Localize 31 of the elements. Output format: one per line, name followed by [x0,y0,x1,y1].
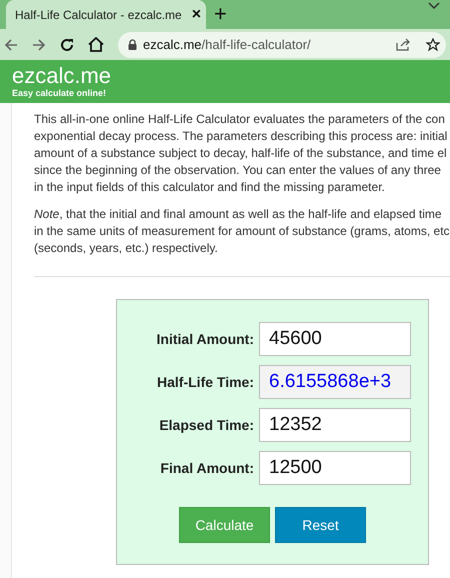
paragraph-line: Note, that the initial and final amount as well as the half-life and elapsed time [34,206,443,223]
close-tab-button[interactable]: × [188,6,206,22]
new-tab-button[interactable]: + [214,3,227,25]
field-label: Half-Life Time: [156,372,254,392]
home-icon[interactable] [88,37,104,52]
paragraph-line: amount of a substance subject to decay, half-life of the substance, and time el [34,145,448,162]
site-tagline: Easy calculate online! [12,86,108,98]
forward-icon[interactable] [32,38,46,52]
paragraph-line: exponential decay process. The parameters describing this process are: initial [34,128,448,145]
chevron-down-icon[interactable] [428,2,440,10]
paragraph-line: in the same units of measurement for amount of substance (grams, atoms, etc [34,223,450,240]
share-icon[interactable] [396,38,410,51]
lock-icon [128,39,137,50]
reload-icon[interactable] [60,38,74,52]
back-icon[interactable] [4,38,18,52]
input-field[interactable]: 12352 [259,408,411,442]
paragraph-line: (seconds, years, etc.) respectively. [34,240,219,257]
input-field[interactable]: 12500 [259,451,411,485]
paragraph-line: since the beginning of the observation. You can enter the values of any three [34,162,442,179]
input-field[interactable]: 6.6155868e+3 [259,365,411,399]
address-bar[interactable]: ezcalc.me/half-life-calculator/ [118,32,446,58]
bookmark-star-icon[interactable] [426,38,440,52]
field-label: Initial Amount: [156,330,254,348]
paragraph-line: in the input fields of this calculator and find the missing parameter. [34,179,386,196]
tab-title[interactable]: Half-Life Calculator - ezcalc.me [15,6,182,24]
field-label: Elapsed Time: [158,416,254,435]
url-text: ezcalc.me/half-life-calculator/ [143,36,311,54]
paragraph-line: This all-in-one online Half-Life Calculator evaluates the parameters of the con [34,111,446,128]
field-label: Final Amount: [159,458,254,478]
input-field[interactable]: 45600 [259,322,411,356]
reset-button[interactable]: Reset [275,507,366,543]
